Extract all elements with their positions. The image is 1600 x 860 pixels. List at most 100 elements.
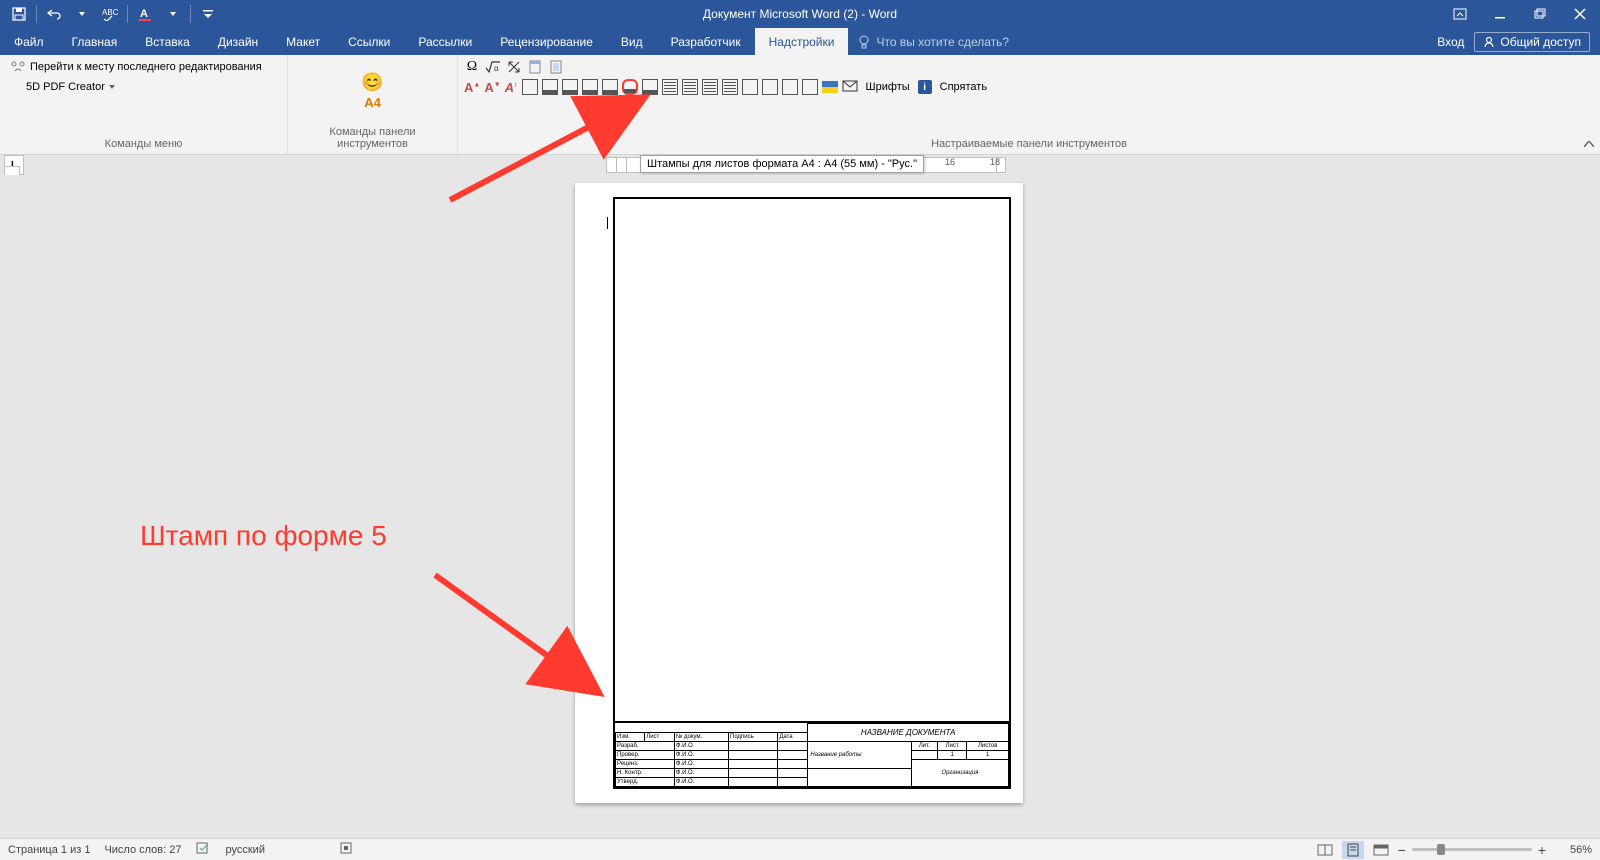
spellcheck-button[interactable]: ABC [99, 3, 121, 25]
share-icon [1483, 36, 1495, 48]
share-label: Общий доступ [1500, 35, 1581, 49]
save-button[interactable] [8, 3, 30, 25]
stamp-tool-10[interactable] [702, 79, 718, 95]
zoom-slider[interactable] [1412, 848, 1532, 851]
stamp-row-razrab: Разраб. [616, 742, 675, 751]
window-controls [1440, 0, 1600, 28]
view-print-layout[interactable] [1342, 841, 1364, 859]
close-button[interactable] [1560, 0, 1600, 28]
tab-layout[interactable]: Макет [272, 28, 334, 55]
status-words[interactable]: Число слов: 27 [104, 844, 181, 856]
zoom-level[interactable]: 56% [1552, 844, 1592, 856]
quick-access-toolbar: ABC A [0, 3, 227, 25]
collapse-ribbon-button[interactable] [1584, 136, 1594, 150]
fonts-button[interactable]: Шрифты [862, 79, 914, 95]
share-button[interactable]: Общий доступ [1474, 32, 1590, 52]
lightbulb-icon [858, 35, 870, 49]
hide-button[interactable]: Спрятать [936, 79, 991, 95]
stamp-col-docnum: № докум. [674, 733, 728, 742]
font-color-button[interactable]: A [134, 3, 156, 25]
pdf-creator-button[interactable]: 5D PDF Creator [6, 79, 119, 95]
tab-design[interactable]: Дизайн [204, 28, 272, 55]
dropdown-caret-icon [109, 85, 115, 89]
zoom-in-button[interactable]: + [1538, 842, 1546, 858]
stamp-tool-2[interactable] [542, 79, 558, 95]
tab-references[interactable]: Ссылки [334, 28, 404, 55]
stamp-row-nkontr: Н. Контр. [616, 769, 675, 778]
font-color-dropdown[interactable] [162, 3, 184, 25]
ribbon-group-toolbar-commands: 😊 А4 Команды панели инструментов [288, 55, 458, 154]
group-label-toolbar: Команды панели инструментов [294, 124, 451, 154]
view-web-layout[interactable] [1370, 841, 1392, 859]
stamp-tool-1[interactable] [522, 79, 538, 95]
page[interactable]: НАЗВАНИЕ ДОКУМЕНТА Изм. Лист № докум. По… [575, 183, 1023, 803]
spellcheck-status-icon[interactable] [196, 841, 212, 858]
stamp-lit-label: Лит. [911, 742, 937, 751]
pdf-creator-label: 5D PDF Creator [26, 81, 105, 93]
ribbon: Перейти к месту последнего редактировани… [0, 55, 1600, 155]
undo-button[interactable] [43, 3, 65, 25]
title-block-stamp: НАЗВАНИЕ ДОКУМЕНТА Изм. Лист № докум. По… [615, 721, 1009, 787]
tab-view[interactable]: Вид [607, 28, 657, 55]
tab-mailings[interactable]: Рассылки [404, 28, 486, 55]
stamp-tool-11[interactable] [722, 79, 738, 95]
tell-me-search[interactable]: Что вы хотите сделать? [848, 28, 1019, 55]
a4-icon[interactable]: А4 [364, 95, 381, 110]
tab-developer[interactable]: Разработчик [657, 28, 755, 55]
stamp-row-utverd: Утверд. [616, 778, 675, 787]
stamp-doc-title: НАЗВАНИЕ ДОКУМЕНТА [808, 724, 1009, 742]
status-page[interactable]: Страница 1 из 1 [8, 844, 90, 856]
title-bar: ABC A Документ Microsoft Word (2) - Word [0, 0, 1600, 28]
doc-icon-1[interactable] [527, 59, 543, 75]
page-frame: НАЗВАНИЕ ДОКУМЕНТА Изм. Лист № докум. По… [613, 197, 1011, 789]
stamp-listov-label: Листов [967, 742, 1009, 751]
stamp-tool-8[interactable] [662, 79, 678, 95]
grow-font-icon[interactable]: A▲ [464, 80, 480, 95]
stamp-org: Организация [911, 760, 1008, 787]
stamp-tool-3[interactable] [562, 79, 578, 95]
stamp-tool-5[interactable] [602, 79, 618, 95]
ribbon-display-button[interactable] [1440, 0, 1480, 28]
font-style-icon[interactable]: A↕ [505, 80, 518, 95]
ruler-marker-left: 16 [945, 157, 955, 167]
ruler-marker-right: 18 [990, 157, 1000, 167]
macro-record-icon[interactable] [339, 841, 353, 858]
tab-addins[interactable]: Надстройки [755, 28, 849, 55]
envelope-icon[interactable] [842, 80, 858, 95]
stamp-tool-14[interactable] [782, 79, 798, 95]
tab-file[interactable]: Файл [0, 28, 58, 55]
sqrt-icon[interactable]: α [485, 59, 501, 75]
stamp-tool-12[interactable] [742, 79, 758, 95]
tab-insert[interactable]: Вставка [131, 28, 204, 55]
shrink-font-icon[interactable]: A▼ [484, 80, 500, 95]
tab-review[interactable]: Рецензирование [486, 28, 607, 55]
maximize-button[interactable] [1520, 0, 1560, 28]
stamp-tool-9[interactable] [682, 79, 698, 95]
smiley-icon[interactable]: 😊 [361, 72, 383, 93]
tab-home[interactable]: Главная [58, 28, 132, 55]
sign-in-link[interactable]: Вход [1437, 35, 1464, 49]
stamp-tool-6-highlighted[interactable] [622, 79, 638, 95]
minimize-button[interactable] [1480, 0, 1520, 28]
undo-dropdown[interactable] [71, 3, 93, 25]
stamp-col-izm: Изм. [616, 733, 645, 742]
status-language[interactable]: русский [226, 844, 265, 856]
stamp-tool-4[interactable] [582, 79, 598, 95]
stamp-tool-7[interactable] [642, 79, 658, 95]
stamp-tool-15[interactable] [802, 79, 818, 95]
arrows-icon[interactable] [506, 59, 522, 75]
doc-icon-2[interactable] [548, 59, 564, 75]
view-read-mode[interactable] [1314, 841, 1336, 859]
document-area[interactable]: НАЗВАНИЕ ДОКУМЕНТА Изм. Лист № докум. По… [0, 175, 1600, 838]
stamp-tool-13[interactable] [762, 79, 778, 95]
zoom-out-button[interactable]: − [1398, 842, 1406, 858]
qat-customize-button[interactable] [197, 3, 219, 25]
goto-last-edit-button[interactable]: Перейти к месту последнего редактировани… [6, 57, 266, 77]
flag-icon[interactable] [822, 81, 838, 93]
status-bar: Страница 1 из 1 Число слов: 27 русский −… [0, 838, 1600, 860]
omega-icon[interactable]: Ω [464, 59, 480, 75]
goto-icon [10, 59, 26, 75]
ruler-row: L Штампы для листов формата А4 : А4 (55 … [0, 155, 1600, 175]
info-icon[interactable]: i [918, 80, 932, 94]
stamp-row-prover: Провер. [616, 751, 675, 760]
